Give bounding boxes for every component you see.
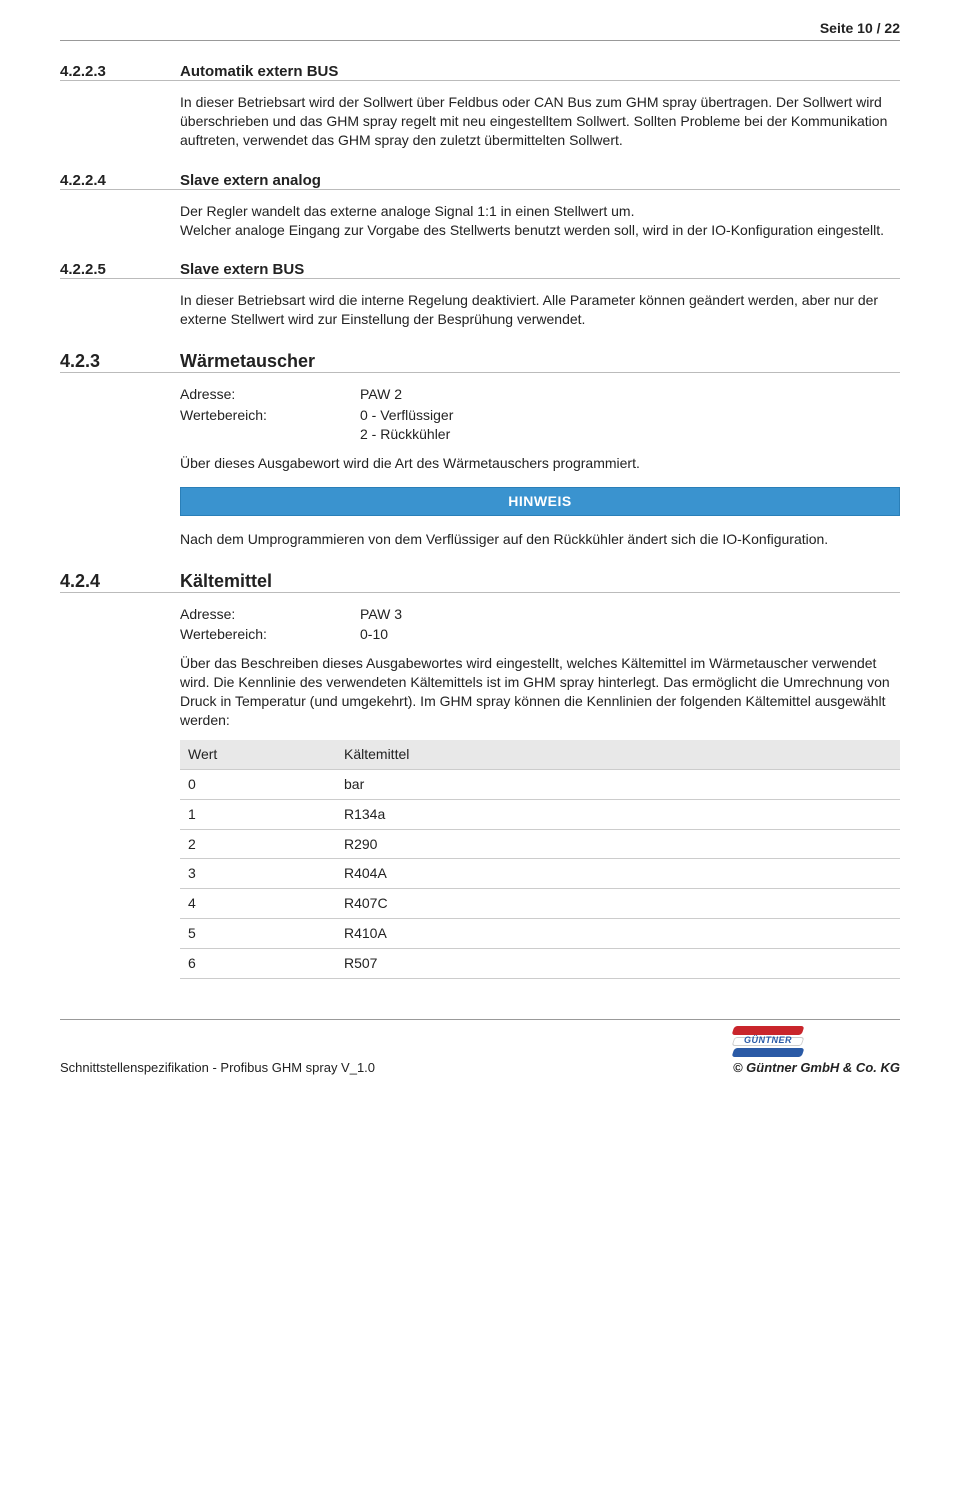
table-cell: R134a xyxy=(336,799,900,829)
guentner-logo-icon: GÜNTNER © Güntner GmbH & Co. KG xyxy=(733,1026,900,1075)
table-cell: bar xyxy=(336,769,900,799)
range-label: Wertebereich: xyxy=(180,406,360,444)
section-number: 4.2.3 xyxy=(60,351,180,372)
table-cell: R410A xyxy=(336,919,900,949)
section-number: 4.2.2.3 xyxy=(60,63,180,80)
address-label: Adresse: xyxy=(180,605,360,624)
section-heading-423: 4.2.3 Wärmetauscher xyxy=(60,351,900,373)
table-row: 2R290 xyxy=(180,829,900,859)
table-row: 5R410A xyxy=(180,919,900,949)
section-body: Adresse: PAW 2 Wertebereich: 0 - Verflüs… xyxy=(180,385,900,548)
logo-text: GÜNTNER xyxy=(733,1035,803,1045)
section-number: 4.2.2.5 xyxy=(60,261,180,278)
section-description: Über dieses Ausgabewort wird die Art des… xyxy=(180,454,900,473)
table-cell: 2 xyxy=(180,829,336,859)
range-value: 0-10 xyxy=(360,625,900,644)
table-row: 1R134a xyxy=(180,799,900,829)
footer-left: Schnittstellenspezifikation - Profibus G… xyxy=(60,1060,375,1075)
table-cell: R290 xyxy=(336,829,900,859)
table-cell: 6 xyxy=(180,949,336,979)
table-cell: R407C xyxy=(336,889,900,919)
address-value: PAW 2 xyxy=(360,385,900,404)
section-heading-4223: 4.2.2.3 Automatik extern BUS xyxy=(60,63,900,81)
table-row: 4R407C xyxy=(180,889,900,919)
section-body: Der Regler wandelt das externe analoge S… xyxy=(180,202,900,240)
table-cell: 1 xyxy=(180,799,336,829)
page-footer: Schnittstellenspezifikation - Profibus G… xyxy=(60,1019,900,1075)
section-number: 4.2.4 xyxy=(60,571,180,592)
refrigerant-table: Wert Kältemittel 0bar 1R134a 2R290 3R404… xyxy=(180,740,900,979)
table-row: 6R507 xyxy=(180,949,900,979)
section-title: Slave extern analog xyxy=(180,172,321,189)
table-row: 0bar xyxy=(180,769,900,799)
section-body: In dieser Betriebsart wird die interne R… xyxy=(180,291,900,329)
section-heading-4224: 4.2.2.4 Slave extern analog xyxy=(60,172,900,190)
section-number: 4.2.2.4 xyxy=(60,172,180,189)
table-cell: 5 xyxy=(180,919,336,949)
table-header-refrigerant: Kältemittel xyxy=(336,740,900,769)
table-cell: 4 xyxy=(180,889,336,919)
range-label: Wertebereich: xyxy=(180,625,360,644)
table-header-value: Wert xyxy=(180,740,336,769)
table-row: 3R404A xyxy=(180,859,900,889)
section-heading-424: 4.2.4 Kältemittel xyxy=(60,571,900,593)
section-description: Über das Beschreiben dieses Ausgabeworte… xyxy=(180,654,900,730)
note-title: HINWEIS xyxy=(181,488,899,515)
footer-right: © Güntner GmbH & Co. KG xyxy=(733,1060,900,1075)
address-value: PAW 3 xyxy=(360,605,900,624)
table-cell: 3 xyxy=(180,859,336,889)
range-value: 0 - Verflüssiger 2 - Rückkühler xyxy=(360,406,900,444)
section-title: Slave extern BUS xyxy=(180,261,304,278)
table-cell: 0 xyxy=(180,769,336,799)
table-cell: R507 xyxy=(336,949,900,979)
section-title: Kältemittel xyxy=(180,571,272,592)
note-body: Nach dem Umprogrammieren von dem Verflüs… xyxy=(180,530,900,549)
section-body: In dieser Betriebsart wird der Sollwert … xyxy=(180,93,900,150)
page-number: Seite 10 / 22 xyxy=(60,20,900,41)
address-label: Adresse: xyxy=(180,385,360,404)
section-heading-4225: 4.2.2.5 Slave extern BUS xyxy=(60,261,900,279)
note-box: HINWEIS xyxy=(180,487,900,516)
section-body: Adresse: PAW 3 Wertebereich: 0-10 Über d… xyxy=(180,605,900,979)
section-title: Automatik extern BUS xyxy=(180,63,338,80)
table-cell: R404A xyxy=(336,859,900,889)
section-title: Wärmetauscher xyxy=(180,351,315,372)
